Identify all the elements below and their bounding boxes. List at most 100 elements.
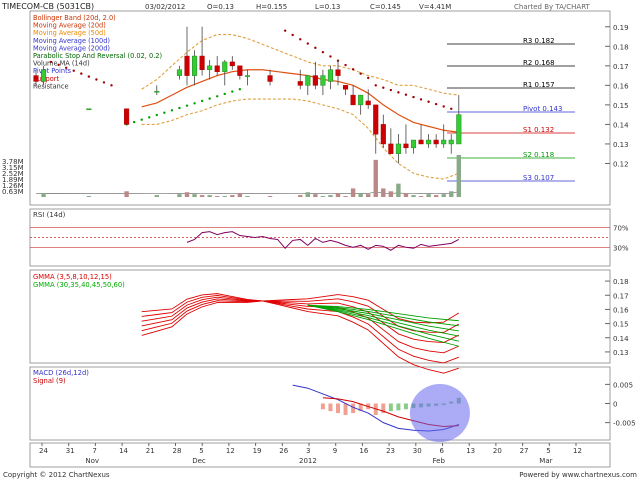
stock-chart-svg: TIMECOM-CB (5031CB) 03/02/2012 O=0.13 H=0.1…: [1, 2, 637, 479]
charted-by-label: Charted By TA/CHART: [514, 3, 591, 11]
date-tick-label: 28: [173, 447, 182, 455]
candle-body: [410, 139, 417, 149]
psar-dot: [49, 60, 53, 64]
psar-dot: [329, 55, 332, 58]
date-tick-label: 23: [386, 447, 395, 455]
psar-dot: [148, 116, 151, 119]
price-tick-label: 0.14: [613, 121, 629, 129]
date-tick-label: 13: [466, 447, 475, 455]
volume-bar: [456, 155, 461, 197]
ticker-label: TIMECOM-CB (5031CB): [1, 2, 94, 11]
psar-dot: [450, 107, 453, 110]
volume-bar: [320, 196, 326, 197]
date-tick-label: 12: [573, 447, 582, 455]
date-tick-label: 24: [39, 447, 48, 455]
psar-dot: [344, 63, 347, 67]
close-label: C=0.145: [370, 3, 401, 11]
macd-tick-label: -0.005: [613, 420, 636, 428]
price-tick-label: 0.15: [613, 102, 629, 110]
gmma-tick-label: 0.16: [613, 306, 629, 314]
price-tick-label: 0.18: [613, 43, 629, 51]
date-tick-label: 9: [333, 447, 337, 455]
volume-bar: [396, 183, 401, 197]
volume-bar: [124, 191, 129, 197]
volume-bar: [267, 196, 273, 197]
date-tick-label: 21: [146, 447, 155, 455]
candle-body: [426, 139, 432, 145]
candle-body: [373, 104, 379, 135]
macd-tick-label: 0.005: [613, 381, 633, 389]
price-tick-label: 0.16: [613, 82, 629, 90]
volume-bar: [411, 195, 416, 197]
volume-bar: [388, 191, 394, 197]
macd-histogram-bar: [388, 403, 393, 412]
price-tick-label: 0.13: [613, 141, 629, 149]
psar-dot: [306, 42, 309, 45]
volume-bar: [433, 195, 439, 197]
candle-body: [176, 69, 182, 76]
candle-body: [41, 69, 47, 82]
psar-dot: [238, 88, 242, 91]
candle-body: [433, 139, 439, 145]
candle-body: [229, 61, 235, 67]
candle-body: [395, 143, 401, 154]
pivot-label: S3 0.107: [523, 174, 554, 182]
volume-bar: [343, 196, 348, 197]
psar-dot: [291, 33, 294, 37]
psar-dot: [283, 29, 287, 32]
candle-body: [297, 81, 303, 86]
psar-dot: [404, 93, 408, 96]
month-label: Mar: [539, 457, 552, 465]
gmma-legend-item: GMMA (30,35,40,45,50,60): [33, 281, 125, 289]
psar-dot: [208, 97, 211, 100]
macd-histogram-bar: [403, 403, 408, 410]
volume-bar: [177, 194, 182, 197]
macd-legend-item: MACD (26d,12d): [33, 369, 89, 377]
volume-bar: [358, 193, 363, 197]
volume-bar: [207, 195, 212, 197]
gmma-legend-item: GMMA (3,5,8,10,12,15): [33, 273, 112, 281]
psar-dot: [140, 118, 143, 121]
candle-body: [154, 90, 160, 93]
volume-bar: [313, 194, 318, 197]
psar-dot: [434, 102, 438, 106]
date-tick-label: 26: [279, 447, 288, 455]
gmma-tick-label: 0.15: [613, 321, 629, 329]
psar-dot: [95, 78, 98, 81]
macd-legend-item: Signal (9): [33, 377, 66, 385]
candle-body: [418, 139, 424, 145]
volume-bar: [237, 193, 243, 197]
date-tick-label: 5: [546, 447, 550, 455]
price-tick-label: 0.19: [613, 24, 629, 32]
psar-dot: [382, 86, 385, 89]
candle-body: [244, 75, 250, 77]
psar-dot: [216, 95, 219, 98]
candle-body: [199, 55, 205, 70]
date-tick-label: 30: [413, 447, 422, 455]
psar-dot: [223, 92, 226, 96]
psar-dot: [200, 99, 204, 103]
macd-panel: [29, 366, 611, 441]
macd-histogram-bar: [320, 403, 325, 410]
psar-dot: [397, 91, 400, 94]
gmma-tick-label: 0.14: [613, 335, 629, 343]
rsi-level-label: 30%: [613, 244, 629, 252]
psar-dot: [80, 72, 83, 75]
volume-bar: [335, 193, 341, 197]
month-label: Feb: [433, 457, 446, 465]
psar-dot: [389, 88, 393, 92]
psar-dot: [412, 95, 415, 99]
volume-bar: [426, 194, 431, 197]
psar-dot: [314, 46, 317, 50]
volume-bar: [305, 192, 310, 197]
psar-dot: [359, 72, 362, 75]
psar-dot: [155, 113, 158, 117]
date-tick-label: 5: [199, 447, 203, 455]
psar-dot: [374, 84, 377, 87]
date-tick-label: 20: [493, 447, 502, 455]
macd-histogram-bar: [328, 403, 333, 412]
volume-bar: [441, 194, 446, 197]
volume-bar: [41, 193, 46, 197]
psar-dot: [185, 104, 189, 107]
month-label: Nov: [85, 457, 99, 465]
